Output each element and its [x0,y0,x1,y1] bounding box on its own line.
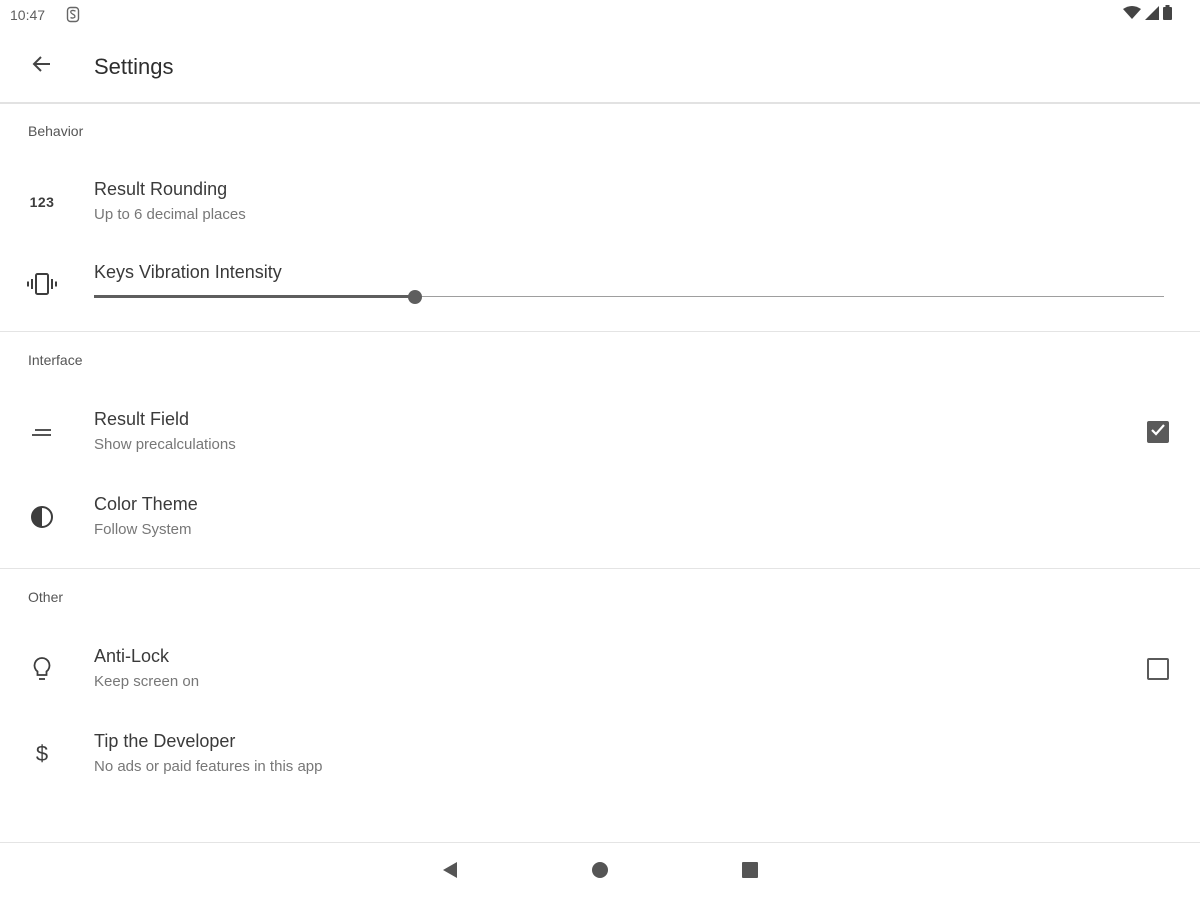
section-header-interface: Interface [28,352,83,368]
status-bar: 10:47 [0,0,1200,30]
pref-summary: Keep screen on [94,673,200,690]
dollar-icon: $ [22,734,62,774]
numbers-icon: 123 [22,182,62,222]
dollar-icon-glyph: $ [35,741,49,766]
status-icons [1123,5,1172,25]
anti-lock-checkbox[interactable] [1147,658,1169,680]
section-divider [0,568,1200,569]
pref-summary: Follow System [94,521,192,538]
section-divider [0,331,1200,332]
pref-anti-lock[interactable]: Anti-Lock Keep screen on [0,635,1200,699]
page-title: Settings [94,54,174,79]
pref-keys-vibration: Keys Vibration Intensity [0,252,1200,322]
contrast-icon [22,497,62,537]
status-time: 10:47 [10,7,46,23]
pref-summary: No ads or paid features in this app [94,758,323,775]
pref-title: Result Field [94,409,190,429]
slider-thumb[interactable] [408,290,422,304]
nav-recents-icon [741,861,759,884]
nav-home-icon [591,861,609,884]
pref-title: Keys Vibration Intensity [94,262,282,282]
pref-title: Anti-Lock [94,646,170,666]
battery-icon [1163,5,1172,25]
nav-recents-button[interactable] [735,857,765,887]
arrow-back-icon [32,54,52,79]
nav-home-button[interactable] [585,857,615,887]
app-bar: Settings [0,30,1200,104]
lightbulb-icon [22,649,62,689]
system-nav-bar [0,842,1200,900]
section-header-behavior: Behavior [28,123,84,139]
result-field-checkbox[interactable] [1147,421,1169,443]
pref-title: Result Rounding [94,179,228,199]
pref-color-theme[interactable]: Color Theme Follow System [0,483,1200,547]
pref-tip-developer[interactable]: $ Tip the Developer No ads or paid featu… [0,720,1200,784]
pref-summary: Show precalculations [94,436,236,453]
pref-summary: Up to 6 decimal places [94,206,246,223]
checkmark-icon [1150,423,1166,442]
wifi-icon [1123,5,1141,25]
pref-result-rounding[interactable]: 123 Result Rounding Up to 6 decimal plac… [0,168,1200,232]
pref-result-field[interactable]: Result Field Show precalculations [0,398,1200,462]
numbers-icon-glyph: 123 [29,194,55,210]
pref-title: Tip the Developer [94,731,236,751]
vibration-intensity-slider[interactable] [94,290,1164,304]
vibration-icon [22,264,62,304]
notification-s-icon [66,6,80,23]
slider-fill [94,295,415,298]
pref-title: Color Theme [94,494,198,514]
signal-icon [1145,5,1159,25]
settings-screen: 10:47 Settings Behavior 123 Result Round… [0,0,1200,900]
section-header-other: Other [28,589,64,605]
back-button[interactable] [22,46,62,86]
nav-back-button[interactable] [435,857,465,887]
nav-back-icon [441,861,459,884]
equals-icon [22,412,62,452]
